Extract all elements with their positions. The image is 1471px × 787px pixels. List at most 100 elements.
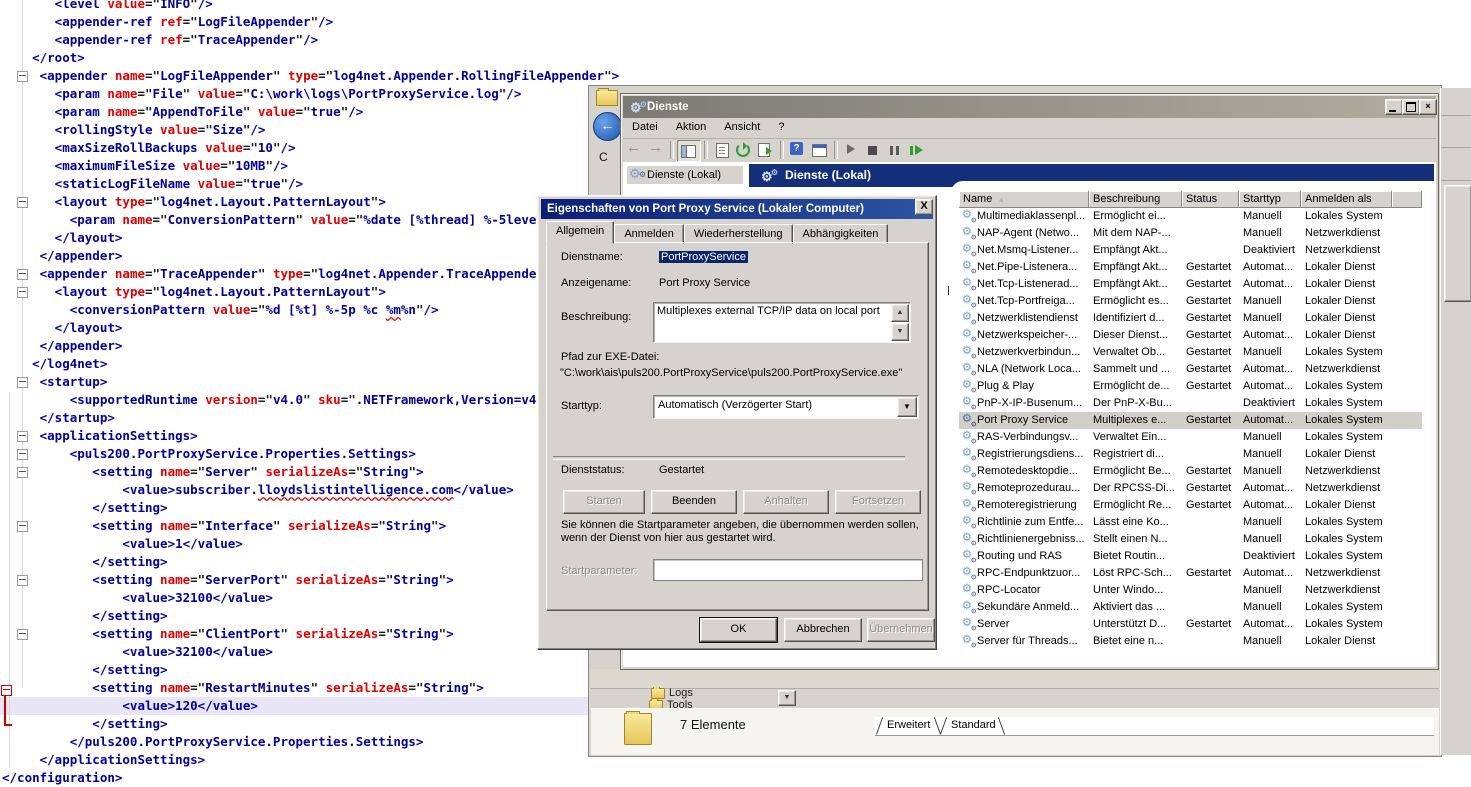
service-row[interactable]: Richtlinienergebniss...Stellt einen N...… (959, 531, 1422, 548)
help-button[interactable] (787, 140, 809, 160)
tab-erweitert[interactable]: Erweitert (887, 719, 930, 731)
cell-beschreibung: Empfängt Akt... (1093, 260, 1180, 275)
combobox-dropdown-icon[interactable]: ▼ (897, 397, 917, 417)
cell-anmelden-als: Lokales System (1305, 413, 1390, 428)
ok-button[interactable]: OK (700, 618, 777, 642)
service-row[interactable]: Port Proxy ServiceMultiplexes e...Gestar… (959, 412, 1422, 429)
dienstname-label: Dienstname: (561, 251, 623, 263)
close-button[interactable]: × (1419, 99, 1437, 115)
service-row[interactable]: Sekundäre Anmeld...Aktiviert das ...Manu… (959, 599, 1422, 616)
menu-ansicht[interactable]: Ansicht (715, 118, 769, 133)
dialog-tab-anmelden[interactable]: Anmelden (614, 224, 684, 244)
scroll-down-button[interactable]: ▼ (891, 323, 909, 341)
service-row[interactable]: Remotedesktopdie...Ermöglicht Be...Gesta… (959, 463, 1422, 480)
service-row[interactable]: Remoteprozedurau...Der RPCSS-Di...Gestar… (959, 480, 1422, 497)
export-list-button[interactable] (755, 140, 777, 160)
service-row[interactable]: NLA (Network Loca...Sammelt und ...Gesta… (959, 361, 1422, 378)
cell-status: Gestartet (1186, 379, 1237, 394)
cell-beschreibung: Ermöglicht de... (1093, 379, 1180, 394)
service-row[interactable]: Netzwerkspeicher-...Dieser Dienst...Gest… (959, 327, 1422, 344)
menu-datei[interactable]: Datei (623, 118, 667, 133)
service-row[interactable]: Net.Msmq-Listener...Empfängt Akt...Deakt… (959, 242, 1422, 259)
cell-starttyp: Automat... (1243, 481, 1299, 496)
cell-name: Plug & Play (977, 379, 1087, 394)
service-row[interactable]: Net.Tcp-Portfreiga...Ermöglicht es...Ges… (959, 293, 1422, 310)
menu-aktion[interactable]: Aktion (667, 118, 716, 133)
cell-starttyp: Manuell (1243, 447, 1299, 462)
new-window-button[interactable] (809, 140, 831, 160)
cell-starttyp: Automat... (1243, 413, 1299, 428)
service-row[interactable]: NetzwerklistendienstIdentifiziert d...Ge… (959, 310, 1422, 327)
column-header-status[interactable]: Status (1182, 191, 1239, 208)
service-gear-icon (962, 431, 976, 444)
cell-anmelden-als: Lokales System (1305, 396, 1390, 411)
dropdown-button[interactable]: ▼ (778, 690, 796, 706)
tab-standard[interactable]: Standard (951, 719, 996, 731)
startparameter-input[interactable] (653, 559, 923, 581)
maximize-button[interactable] (1402, 99, 1420, 115)
folder-icon (624, 713, 652, 745)
service-row[interactable]: NAP-Agent (Netwo...Mit dem NAP-...Manuel… (959, 225, 1422, 242)
column-header-name[interactable]: Name▲ (959, 191, 1089, 208)
back-button[interactable] (623, 140, 645, 160)
cell-name: Remoteregistrierung (977, 498, 1087, 513)
service-row[interactable]: Registrierungsdiens...Registriert di...M… (959, 446, 1422, 463)
pause-service-button[interactable] (885, 140, 907, 160)
services-titlebar[interactable]: Dienste (623, 96, 1436, 118)
forward-button[interactable] (645, 140, 667, 160)
minimize-button[interactable] (1385, 99, 1403, 115)
console-tree-button[interactable] (677, 140, 701, 162)
cell-beschreibung: Unter Windo... (1093, 583, 1180, 598)
dialog-close-button[interactable]: X (915, 199, 933, 215)
dialog-titlebar[interactable]: Eigenschaften von Port Proxy Service (Lo… (541, 199, 933, 219)
start-service-button[interactable] (841, 140, 863, 160)
service-row[interactable]: ServerUnterstützt D...GestartetAutomat..… (959, 616, 1422, 633)
cell-starttyp: Manuell (1243, 430, 1299, 445)
cell-anmelden-als: Netzwerkdienst (1305, 464, 1390, 479)
properties-dialog: Eigenschaften von Port Proxy Service (Lo… (537, 195, 937, 650)
beschreibung-field[interactable]: Multiplexes external TCP/IP data on loca… (653, 302, 911, 343)
service-row[interactable]: PnP-X-IP-Busenum...Der PnP-X-Bu...Deakti… (959, 395, 1422, 412)
refresh-button[interactable] (733, 140, 755, 160)
back-button[interactable]: ← (593, 112, 622, 141)
dialog-tab-abhängigkeiten[interactable]: Abhängigkeiten (793, 224, 889, 244)
service-row[interactable]: Server für Threads...Bietet eine n...Man… (959, 633, 1422, 650)
menu-?[interactable]: ? (769, 118, 793, 133)
dialog-tab-wiederherstellung[interactable]: Wiederherstellung (684, 224, 793, 244)
service-row[interactable]: RemoteregistrierungErmöglicht Re...Gesta… (959, 497, 1422, 514)
scroll-up-button[interactable]: ▲ (891, 304, 909, 322)
service-row[interactable]: Richtlinie zum Entfe...Lässt eine Ko...M… (959, 514, 1422, 531)
cell-starttyp: Automat... (1243, 362, 1299, 377)
service-row[interactable]: RAS-Verbindungsv...Verwaltet Ein...Manue… (959, 429, 1422, 446)
column-header-filler[interactable] (1392, 191, 1422, 208)
restart-service-button[interactable] (907, 140, 929, 160)
column-header-starttyp[interactable]: Starttyp (1239, 191, 1301, 208)
service-row[interactable]: Net.Pipe-Listenera...Empfängt Akt...Gest… (959, 259, 1422, 276)
service-row[interactable]: Net.Tcp-Listenerad...Empfängt Akt...Gest… (959, 276, 1422, 293)
text-fragment (948, 286, 949, 295)
service-row[interactable]: Plug & PlayErmöglicht de...GestartetAuto… (959, 378, 1422, 395)
column-header-beschreibung[interactable]: Beschreibung (1089, 191, 1182, 208)
service-row[interactable]: Multimediaklassenpl...Ermöglicht ei...Ma… (959, 208, 1422, 225)
cell-anmelden-als: Lokaler Dienst (1305, 328, 1390, 343)
stop-service-button[interactable] (863, 140, 885, 160)
dialog-tab-allgemein[interactable]: Allgemein (546, 221, 614, 244)
beenden-button[interactable]: Beenden (651, 490, 737, 514)
cell-anmelden-als: Lokales System (1305, 532, 1390, 547)
properties-button[interactable] (711, 140, 733, 160)
abbrechen-button[interactable]: Abbrechen (784, 618, 862, 642)
address-text-fragment: C (599, 150, 608, 164)
service-row[interactable]: Routing und RASBietet Routin...Deaktivie… (959, 548, 1422, 565)
service-row[interactable]: RPC-LocatorUnter Windo...ManuellNetzwerk… (959, 582, 1422, 599)
service-gear-icon (962, 210, 976, 223)
cell-anmelden-als: Lokaler Dienst (1305, 294, 1390, 309)
tree-item-dienste-lokal[interactable]: Dienste (Lokal) (627, 166, 743, 184)
service-gear-icon (962, 567, 976, 580)
service-row[interactable]: RPC-Endpunktzuor...Löst RPC-Sch...Gestar… (959, 565, 1422, 582)
service-row[interactable]: Netzwerkverbindun...Verwaltet Ob...Gesta… (959, 344, 1422, 361)
column-header-anmelden-als[interactable]: Anmelden als (1301, 191, 1392, 208)
service-gear-icon (962, 601, 976, 614)
anzeigename-value: Port Proxy Service (659, 277, 750, 289)
services-table[interactable]: Name▲BeschreibungStatusStarttypAnmelden … (959, 191, 1422, 650)
starttyp-combobox[interactable]: Automatisch (Verzögerter Start) ▼ (653, 395, 919, 419)
